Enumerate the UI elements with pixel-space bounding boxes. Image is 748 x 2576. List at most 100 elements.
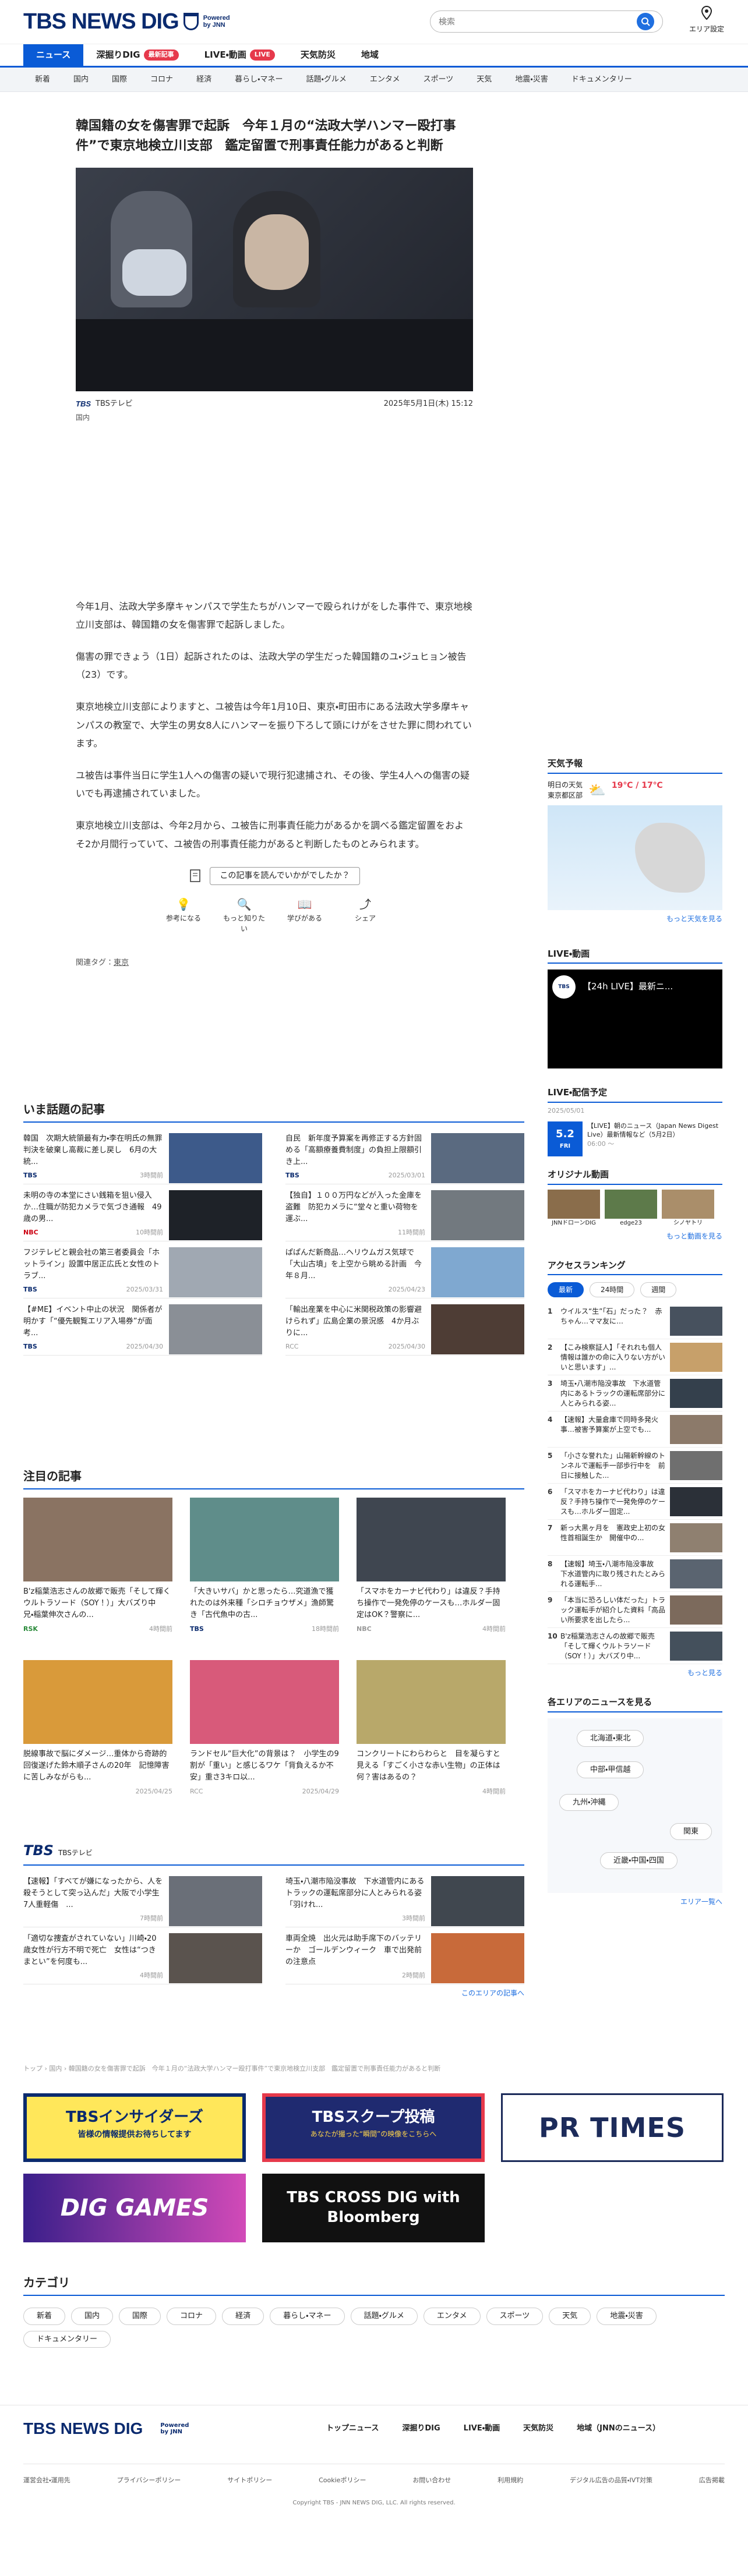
footer-logo[interactable]: TBS NEWS DIG Powered by JNN [23,2419,193,2438]
trending-item[interactable]: 韓国 次期大統領最有力・李在明氏の無罪判決を破棄し高裁に差し戻し 6月の大統..… [23,1127,262,1184]
area-region-button[interactable]: 北海道・東北 [577,1729,644,1747]
original-more-link[interactable]: もっと動画を見る [548,1231,722,1241]
featured-card[interactable]: 「大きいサバ」かと思ったら…究道漁で獲れたのは外来種「シロチョウザメ」漁師驚き「… [190,1498,339,1634]
schedule-item[interactable]: 5.2 FRI 【LIVE】朝のニュース（Japan News Digest Li… [548,1121,722,1156]
ranking-item[interactable]: 8 【速報】埼玉・八潮市陥没事故 下水道管内に取り残されたとみられる運転手... [548,1556,722,1592]
category-pill[interactable]: 新着 [23,2308,66,2325]
footer-link[interactable]: Cookieポリシー [319,2476,366,2486]
subnav-item[interactable]: ドキュメンタリー [560,74,644,86]
featured-card[interactable]: ランドセル“巨大化”の背景は？ 小学生の9割が「重い」と感じるワケ「背負えるか不… [190,1659,339,1797]
footer-link[interactable]: 運営会社・運用先 [23,2476,70,2486]
footer-nav-item[interactable]: LIVE・動画 [464,2423,500,2435]
featured-card[interactable]: 脱線事故で脳にダメージ…重体から奇跡的回復遂げた鈴木順子さんの20年 記憶障害に… [23,1659,172,1797]
subnav-item[interactable]: 国際 [100,74,139,86]
area-region-button[interactable]: 九州・沖縄 [559,1793,619,1811]
ranking-tab[interactable]: 週間 [640,1282,677,1297]
subnav-item[interactable]: 話題・グルメ [295,74,358,86]
category-pill[interactable]: 地震・災害 [597,2308,657,2325]
footer-link[interactable]: サイトポリシー [227,2476,272,2486]
ranking-item[interactable]: 9 「本当に恐ろしい体だった」トラック運転手が紹介した資料「高品い所要求を出したら… [548,1592,722,1628]
trending-item[interactable]: フジテレビと親会社の第三者委員会「ホットライン」設置中居正広氏と女性のトラブ..… [23,1241,262,1298]
ranking-item[interactable]: 6 「スマホをカーナビ代わり」は違反？手持ち操作で一発免停のケースも…ホルダー固定… [548,1484,722,1520]
weather-more-link[interactable]: もっと天気を見る [548,914,722,924]
category-pill[interactable]: コロナ [167,2308,217,2325]
search-input[interactable] [439,17,625,26]
footer-link[interactable]: 利用規約 [498,2476,523,2486]
footer-nav-item[interactable]: 深掘りDIG [402,2423,440,2435]
subnav-item[interactable]: 経済 [185,74,223,86]
category-pill[interactable]: スポーツ [486,2308,544,2325]
live-video[interactable]: TBS 【24h LIVE】最新ニ... [548,969,722,1068]
area-setting-button[interactable]: エリア設定 [686,5,727,34]
footer-link[interactable]: プライバシーポリシー [117,2476,181,2486]
subnav-item[interactable]: エンタメ [358,74,412,86]
nav-dig[interactable]: 深掘りDIG 最新記事 [83,44,191,66]
subnav-item[interactable]: 新着 [23,74,62,86]
nav-news[interactable]: ニュース [23,44,84,66]
featured-card[interactable]: 「スマホをカーナビ代わり」は違反？手持ち操作で一発免停のケースも…ホルダー固定は… [357,1498,506,1634]
reaction-helpful-button[interactable]: 💡 参考になる [160,896,207,934]
footer-link[interactable]: お問い合わせ [412,2476,451,2486]
original-video-item[interactable]: JNNドローンDIG [548,1189,600,1227]
ranking-tab[interactable]: 24時間 [590,1282,635,1297]
insiders-banner[interactable]: TBSインサイダーズ 皆様の情報提供お待ちしてます [23,2093,246,2162]
footer-nav-item[interactable]: トップニュース [326,2423,379,2435]
reaction-more-button[interactable]: 🔍 もっと知りたい [221,896,267,934]
ranking-item[interactable]: 2 【こみ検察証人】「それれも個人情報は誰かの命に入りない方がいいと思います」..… [548,1339,722,1375]
category-pill[interactable]: 経済 [222,2308,264,2325]
area-region-button[interactable]: 中部・甲信越 [577,1761,644,1778]
footer-link[interactable]: 広告掲載 [699,2476,725,2486]
site-logo[interactable]: TBS NEWS DIG Powered by JNN [23,10,238,33]
subnav-item[interactable]: スポーツ [412,74,465,86]
trending-item[interactable]: 「輸出産業を中心に米関税政策の影響避けられず」広島企業の景況感 4か月ぶりに..… [285,1298,524,1356]
scoop-banner[interactable]: TBSスクープ投稿 あなたが撮った“瞬間”の映像をこちらへ [262,2093,485,2162]
original-video-item[interactable]: edge23 [605,1189,657,1227]
footer-link[interactable]: デジタル広告の品質・IVT対策 [570,2476,652,2486]
tbs-more-link[interactable]: このエリアの記事へ [23,1988,524,1998]
weather-map[interactable] [548,805,722,910]
original-video-item[interactable]: シノヤトリ [662,1189,714,1227]
subnav-item[interactable]: 地震・災害 [503,74,559,86]
ranking-item[interactable]: 3 埼玉・八潮市陥没事故 下水道管内にあるトラックの運転席部分に人とみられる姿..… [548,1375,722,1411]
reaction-learn-button[interactable]: 📖 学びがある [281,896,328,934]
trending-item[interactable]: ぱぱんだ新商品…ヘリウムガス気球で「大山古墳」を上空から眺める計画 今年８月..… [285,1241,524,1298]
share-button[interactable]: ⤴ シェア [342,896,389,934]
trending-item[interactable]: 自民 新年度予算案を再修正する方針固める「高額療養費制度」の負担上限額引き上..… [285,1127,524,1184]
area-more-link[interactable]: エリア一覧へ [548,1896,722,1907]
category-pill[interactable]: エンタメ [423,2308,481,2325]
subnav-item[interactable]: コロナ [139,74,185,86]
crossdig-banner[interactable]: TBS CROSS DIG with Bloomberg [262,2174,485,2242]
nav-area[interactable]: 地域 [348,44,391,66]
featured-card[interactable]: コンクリートにわらわらと 目を凝らすと見える「すごく小さな赤い生物」の正体は何？… [357,1659,506,1797]
ranking-tab[interactable]: 最新 [548,1282,584,1297]
tbs-item[interactable]: 【速報】「すべてが嫌になったから、人を殺そうとして突っ込んだ」大阪で小学生7人重… [23,1870,262,1927]
category-pill[interactable]: 話題・グルメ [350,2308,418,2325]
category-pill[interactable]: ドキュメンタリー [23,2330,111,2348]
category-pill[interactable]: 国際 [119,2308,161,2325]
article-category[interactable]: 国内 [76,412,473,423]
feedback-label[interactable]: この記事を読んでいかがでしたか？ [210,866,360,885]
prtimes-banner[interactable]: PR TIMES [501,2093,724,2162]
trending-item[interactable]: 【独自】１００万円などが入った金庫を盗難 防犯カメラに“堂々と重い荷物を運ぶ..… [285,1184,524,1241]
tbs-item[interactable]: 埼玉・八潮市陥没事故 下水道管内にあるトラックの運転席部分に人とみられる姿「羽け… [285,1870,524,1927]
category-pill[interactable]: 暮らし・マネー [270,2308,345,2325]
ranking-item[interactable]: 5 「小さな誉れた」山陽新幹線のトンネルで運転手一部歩行中を 前日に接触した... [548,1448,722,1484]
area-region-button[interactable]: 近畿・中国・四国 [600,1852,678,1869]
nav-live[interactable]: LIVE・動画 LIVE [192,44,288,66]
ranking-item[interactable]: 4 【速報】大量倉庫で同時多発火事…被害予算案が上空でも... [548,1411,722,1448]
category-pill[interactable]: 国内 [71,2308,114,2325]
footer-nav-item[interactable]: 天気防災 [523,2423,553,2435]
trending-item[interactable]: 未明の寺の本堂にさい銭箱を狙い侵入か…住職が防犯カメラで気づき通報 49歳の男.… [23,1184,262,1241]
ranking-more-link[interactable]: もっと見る [548,1668,722,1678]
footer-nav-item[interactable]: 地域（JNNのニュース） [577,2423,660,2435]
nav-weather[interactable]: 天気防災 [288,44,348,66]
category-pill[interactable]: 天気 [549,2308,591,2325]
ranking-item[interactable]: 1 ウイルス“生”「石」だった？ 赤ちゃん…ママ友に… [548,1303,722,1339]
tbs-item[interactable]: 車両全焼 出火元は助手席下のバッテリーか ゴールデンウィーク 車で出発前の注意点… [285,1927,524,1984]
search-icon[interactable] [637,13,654,30]
subnav-item[interactable]: 天気 [465,74,503,86]
subnav-item[interactable]: 国内 [62,74,100,86]
tag-link[interactable]: 東京 [114,958,129,967]
tbs-item[interactable]: 「適切な捜査がされていない」川崎・20歳女性が行方不明で死亡 女性は“つきまとい… [23,1927,262,1984]
diggames-banner[interactable]: DIG GAMES [23,2174,246,2242]
